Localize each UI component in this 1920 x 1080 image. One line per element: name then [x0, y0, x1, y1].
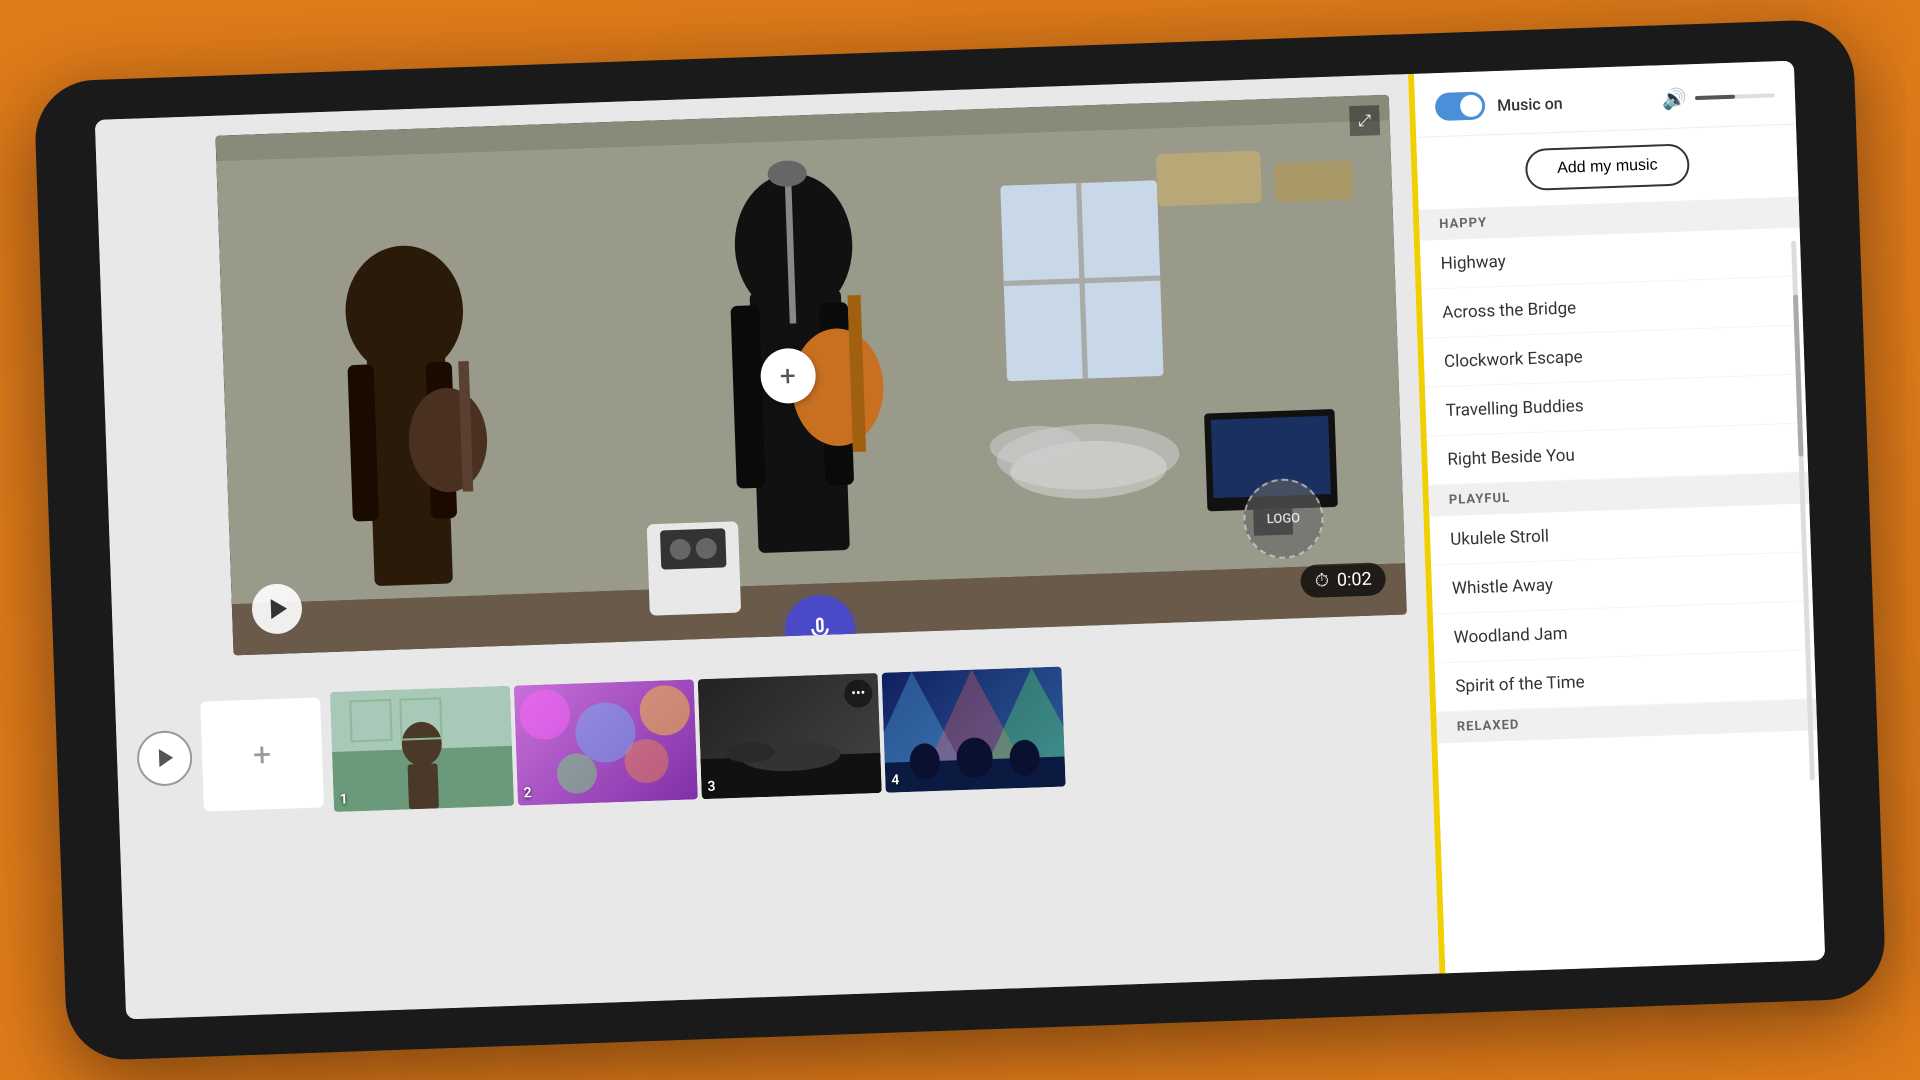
volume-control[interactable]: 🔊	[1662, 83, 1776, 111]
plus-add-icon: +	[252, 735, 271, 774]
play-icon	[159, 749, 174, 767]
volume-icon: 🔊	[1662, 86, 1688, 111]
clip-number: 2	[523, 785, 532, 801]
clip-item[interactable]: 2	[514, 679, 698, 805]
clip-number: 1	[339, 792, 348, 808]
clip-strip: 1	[330, 667, 1066, 812]
main-area: + ⏱ 0:02 LOGO ⤢	[95, 74, 1440, 1019]
video-preview: + ⏱ 0:02 LOGO ⤢	[215, 95, 1406, 656]
clip-number: 4	[891, 772, 900, 788]
volume-fill	[1695, 95, 1735, 100]
clock-icon: ⏱	[1315, 570, 1330, 591]
clip-item[interactable]: 1	[330, 686, 514, 812]
toggle-knob	[1460, 95, 1483, 118]
play-triangle-icon	[270, 599, 287, 620]
volume-bar[interactable]	[1695, 93, 1775, 100]
music-header: Music on 🔊	[1414, 61, 1796, 138]
device-shell: + ⏱ 0:02 LOGO ⤢	[33, 19, 1886, 1062]
video-timer: ⏱ 0:02	[1300, 562, 1386, 598]
music-toggle[interactable]	[1435, 91, 1486, 121]
device-screen: + ⏱ 0:02 LOGO ⤢	[95, 61, 1825, 1020]
add-clip-button[interactable]: +	[200, 697, 324, 811]
clip-item[interactable]: 4	[882, 667, 1066, 793]
music-list: HAPPY Highway Across the Bridge Clockwor…	[1419, 197, 1825, 974]
logo-label: LOGO	[1266, 511, 1300, 527]
clip-number: 3	[707, 779, 716, 795]
plus-icon: +	[779, 359, 796, 393]
music-on-label: Music on	[1497, 93, 1563, 114]
add-my-music-button[interactable]: Add my music	[1524, 143, 1690, 191]
fullscreen-button[interactable]: ⤢	[1349, 105, 1380, 136]
timer-value: 0:02	[1337, 569, 1372, 591]
clip-item[interactable]: ••• 3	[698, 673, 882, 799]
music-panel: Music on 🔊 Add my music HAPPY Highway Ac…	[1414, 61, 1825, 974]
timeline-play-button[interactable]	[136, 729, 193, 786]
